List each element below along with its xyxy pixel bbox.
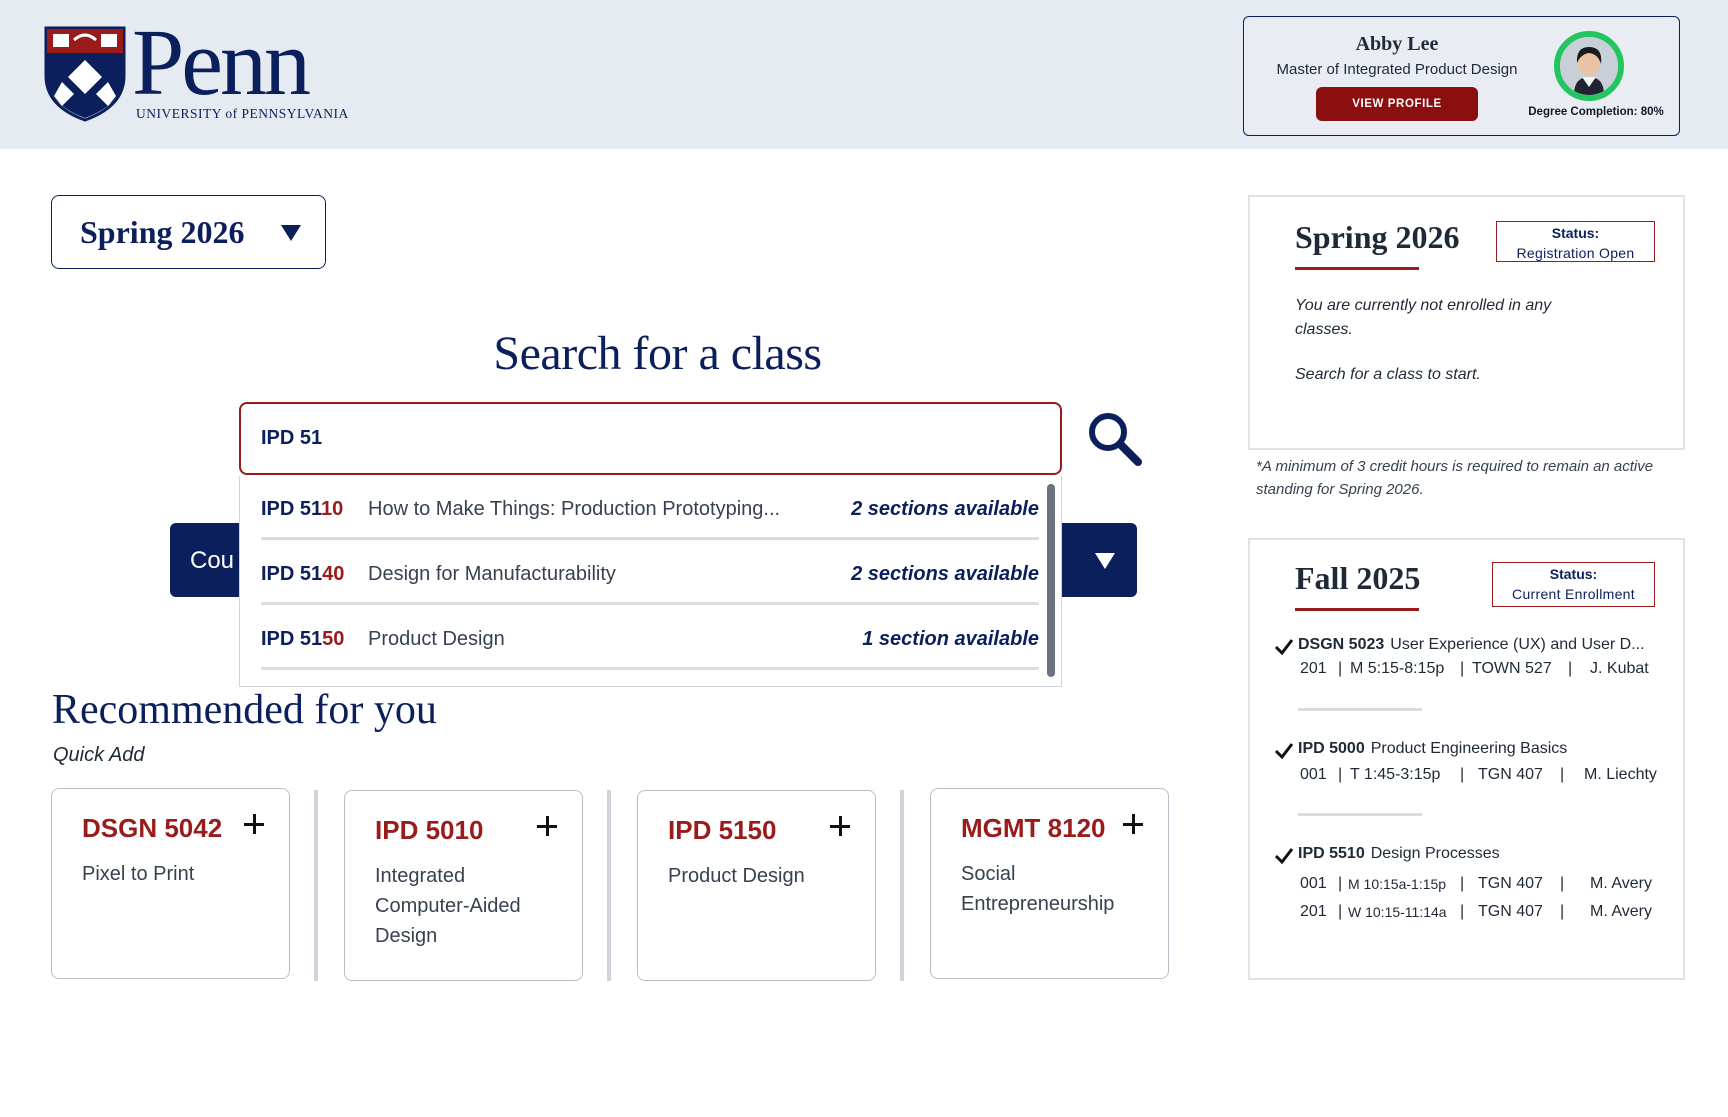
recommended-title: Recommended for you	[52, 687, 437, 733]
recommended-course-code: DSGN 5042	[82, 813, 223, 843]
search-icon	[1089, 413, 1142, 466]
check-icon	[1274, 743, 1294, 760]
card-divider	[900, 790, 904, 981]
recommended-course-name: Product Design	[668, 865, 805, 887]
result-availability: 1 section available	[862, 628, 1039, 650]
result-course-title: How to Make Things: Production Prototypi…	[368, 498, 781, 520]
results-scrollbar[interactable]	[1047, 484, 1055, 677]
result-course-code: IPD 5150	[261, 628, 345, 650]
result-course-code: IPD 5140	[261, 563, 345, 585]
search-input[interactable]	[239, 402, 1062, 475]
term-title: Spring 2026	[1295, 219, 1460, 255]
quick-add-label: Quick Add	[53, 744, 145, 766]
card-divider	[607, 790, 611, 981]
search-title: Search for a class	[493, 327, 822, 380]
add-course-button[interactable]	[1120, 811, 1146, 837]
chevron-down-icon	[281, 225, 301, 241]
profile-card: Abby Lee Master of Integrated Product De…	[1243, 16, 1680, 136]
recommended-course-card[interactable]: DSGN 5042 Pixel to Print	[51, 788, 290, 979]
recommended-course-card[interactable]: IPD 5010 Integrated Computer-Aided Desig…	[344, 790, 583, 981]
credit-hours-note: *A minimum of 3 credit hours is required…	[1256, 458, 1654, 498]
search-result-row[interactable]: IPD 5150 Product Design 1 section availa…	[261, 606, 1039, 670]
enrollment-divider	[1298, 813, 1422, 816]
search-button[interactable]	[1086, 410, 1142, 466]
profile-name: Abby Lee	[1355, 33, 1439, 55]
enrolled-course-header: IPD 5510 Design Processes	[1298, 845, 1500, 862]
recommended-course-code: MGMT 8120	[961, 813, 1106, 843]
enrollment-divider	[1298, 708, 1422, 711]
fall-term-panel: Fall 2025 Status: Current Enrollment DSG…	[1248, 538, 1685, 980]
penn-subtitle: UNIVERSITY of PENNSYLVANIA	[136, 106, 349, 121]
status-badge: Status: Registration Open	[1496, 221, 1655, 262]
enrollment-message: You are currently not enrolled in any cl…	[1295, 297, 1552, 338]
top-header: Penn UNIVERSITY of PENNSYLVANIA Abby Lee…	[0, 0, 1728, 149]
check-icon	[1274, 848, 1294, 865]
degree-completion-label: Degree Completion: 80%	[1528, 106, 1664, 118]
enrolled-course-header: IPD 5000 Product Engineering Basics	[1298, 740, 1568, 757]
semester-select-value: Spring 2026	[80, 214, 245, 250]
view-profile-button[interactable]: VIEW PROFILE	[1316, 87, 1478, 121]
penn-shield-icon	[44, 26, 126, 122]
add-course-button[interactable]	[241, 811, 267, 837]
term-underline	[1295, 267, 1419, 270]
chevron-down-icon	[1095, 553, 1115, 569]
recommended-course-code: IPD 5010	[375, 815, 484, 845]
penn-wordmark: Penn	[132, 11, 311, 115]
search-result-row[interactable]: IPD 5140 Design for Manufacturability 2 …	[261, 541, 1039, 605]
search-results-dropdown: IPD 5110 How to Make Things: Production …	[239, 476, 1062, 687]
result-course-title: Product Design	[368, 628, 505, 650]
profile-degree: Master of Integrated Product Design	[1276, 61, 1518, 78]
course-filter-label: Cou	[190, 547, 235, 574]
search-prompt: Search for a class to start.	[1295, 366, 1481, 383]
result-course-code: IPD 5110	[261, 498, 344, 520]
status-badge: Status: Current Enrollment	[1492, 562, 1655, 607]
enrolled-course-header: DSGN 5023 User Experience (UX) and User D…	[1298, 636, 1645, 653]
recommended-course-name: Integrated Computer-Aided Design	[375, 865, 521, 947]
add-course-button[interactable]	[827, 813, 853, 839]
card-divider	[314, 790, 318, 981]
result-course-title: Design for Manufacturability	[368, 563, 616, 585]
result-availability: 2 sections available	[851, 498, 1039, 520]
recommended-course-card[interactable]: MGMT 8120 Social Entrepreneurship	[930, 788, 1169, 979]
recommended-course-name: Pixel to Print	[82, 863, 195, 885]
result-availability: 2 sections available	[851, 563, 1039, 585]
avatar[interactable]	[1554, 31, 1624, 101]
term-title: Fall 2025	[1295, 560, 1421, 596]
recommended-course-card[interactable]: IPD 5150 Product Design	[637, 790, 876, 981]
term-underline	[1295, 608, 1419, 611]
search-result-row[interactable]: IPD 5110 How to Make Things: Production …	[261, 476, 1039, 540]
recommended-course-name: Social Entrepreneurship	[961, 863, 1115, 915]
spring-term-panel: Spring 2026 Status: Registration Open Yo…	[1248, 195, 1685, 450]
recommended-course-code: IPD 5150	[668, 815, 777, 845]
check-icon	[1274, 639, 1294, 656]
semester-select[interactable]: Spring 2026	[51, 195, 326, 269]
avatar-photo-icon	[1560, 37, 1618, 95]
add-course-button[interactable]	[534, 813, 560, 839]
penn-logo[interactable]: Penn UNIVERSITY of PENNSYLVANIA	[44, 16, 364, 126]
